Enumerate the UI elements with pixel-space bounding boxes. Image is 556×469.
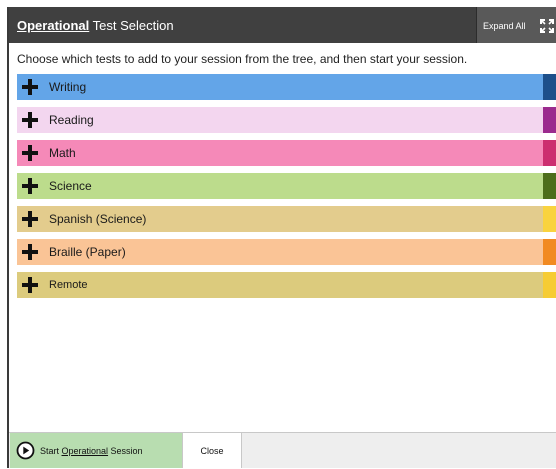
expand-all-icon [540, 19, 554, 33]
test-row[interactable]: Reading [17, 107, 556, 133]
plus-icon [22, 145, 38, 161]
subject-color-stripe [543, 107, 556, 133]
close-button[interactable]: Close [182, 433, 242, 468]
plus-icon [22, 244, 38, 260]
test-row-label: Reading [49, 113, 94, 127]
subject-color-stripe [543, 272, 556, 298]
instructions-text: Choose which tests to add to your sessio… [17, 52, 468, 66]
test-row[interactable]: Braille (Paper) [17, 239, 556, 265]
test-row[interactable]: Science [17, 173, 556, 199]
plus-icon [22, 277, 38, 293]
test-row-label-area: Science [43, 173, 543, 199]
subject-color-stripe [543, 140, 556, 166]
test-row[interactable]: Writing [17, 74, 556, 100]
expand-row-button[interactable] [17, 140, 43, 166]
plus-icon [22, 211, 38, 227]
subject-color-stripe [543, 74, 556, 100]
dialog-title: Operational Test Selection [17, 7, 174, 43]
test-row-label-area: Spanish (Science) [43, 206, 543, 232]
plus-icon [22, 112, 38, 128]
expand-row-button[interactable] [17, 173, 43, 199]
test-row-label: Spanish (Science) [49, 212, 147, 226]
start-session-emphasis: Operational [61, 446, 109, 456]
expand-row-button[interactable] [17, 239, 43, 265]
test-row-label-area: Reading [43, 107, 543, 133]
start-session-button[interactable]: Start Operational Session [10, 433, 182, 468]
dialog-title-rest: Test Selection [89, 18, 174, 33]
expand-row-button[interactable] [17, 272, 43, 298]
test-row-label-area: Braille (Paper) [43, 239, 543, 265]
test-selection-dialog: Operational Test Selection Expand All Ch… [7, 7, 556, 468]
test-row-label-area: Math [43, 140, 543, 166]
test-row-label: Math [49, 146, 76, 160]
test-row-label-area: Writing [43, 74, 543, 100]
test-row-label: Science [49, 179, 92, 193]
subject-color-stripe [543, 173, 556, 199]
close-label: Close [200, 446, 224, 456]
test-row[interactable]: Remote [17, 272, 556, 298]
start-session-suffix: Session [108, 446, 143, 456]
test-row[interactable]: Math [17, 140, 556, 166]
dialog-titlebar: Operational Test Selection Expand All [9, 7, 556, 43]
dialog-title-emphasis: Operational [17, 18, 90, 33]
expand-all-label: Expand All [483, 21, 526, 31]
expand-row-button[interactable] [17, 206, 43, 232]
start-session-label: Start Operational Session [40, 433, 143, 469]
test-row-label: Braille (Paper) [49, 245, 126, 259]
start-session-prefix: Start [40, 446, 62, 456]
subject-color-stripe [543, 239, 556, 265]
expand-row-button[interactable] [17, 74, 43, 100]
test-row-label: Remote [49, 279, 88, 291]
test-row[interactable]: Spanish (Science) [17, 206, 556, 232]
dialog-footer: Start Operational Session Close [9, 432, 556, 468]
subject-color-stripe [543, 206, 556, 232]
test-tree: Writing Reading Math Science Spanish (Scienc… [17, 74, 556, 305]
test-row-label: Writing [49, 80, 87, 94]
expand-all-button[interactable]: Expand All [476, 7, 556, 43]
plus-icon [22, 178, 38, 194]
plus-icon [22, 79, 38, 95]
expand-row-button[interactable] [17, 107, 43, 133]
test-row-label-area: Remote [43, 272, 543, 298]
play-circle-icon [16, 441, 35, 460]
